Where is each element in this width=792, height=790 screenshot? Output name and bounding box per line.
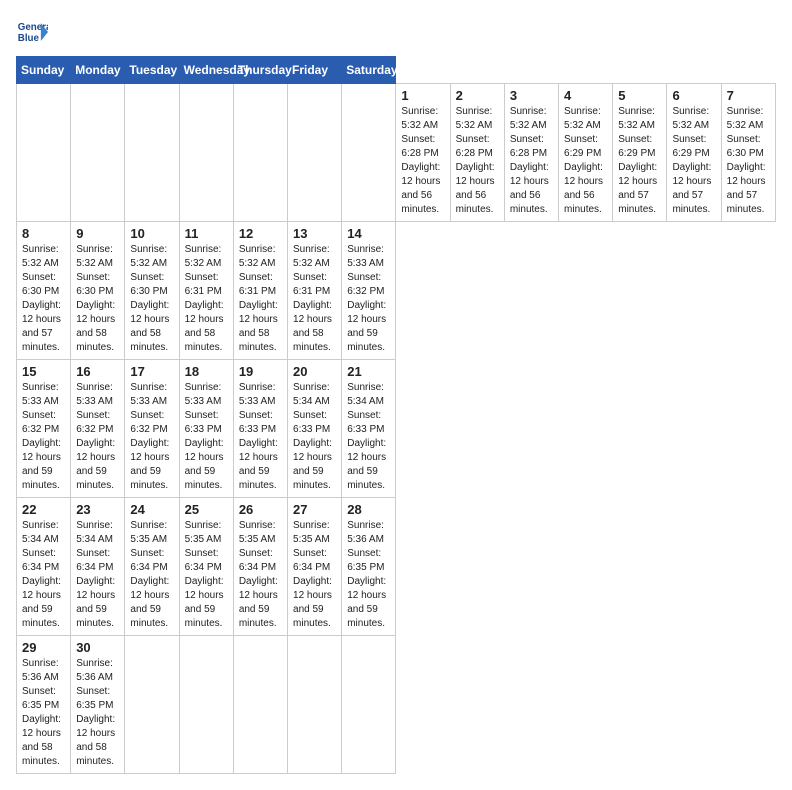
empty-cell bbox=[17, 84, 71, 222]
empty-cell bbox=[342, 636, 396, 774]
day-cell-12: 12Sunrise: 5:32 AMSunset: 6:31 PMDayligh… bbox=[233, 222, 287, 360]
empty-cell bbox=[233, 84, 287, 222]
day-cell-26: 26Sunrise: 5:35 AMSunset: 6:34 PMDayligh… bbox=[233, 498, 287, 636]
day-cell-6: 6Sunrise: 5:32 AMSunset: 6:29 PMDaylight… bbox=[667, 84, 721, 222]
day-cell-11: 11Sunrise: 5:32 AMSunset: 6:31 PMDayligh… bbox=[179, 222, 233, 360]
day-cell-18: 18Sunrise: 5:33 AMSunset: 6:33 PMDayligh… bbox=[179, 360, 233, 498]
day-header-sunday: Sunday bbox=[17, 57, 71, 84]
empty-cell bbox=[179, 84, 233, 222]
day-cell-20: 20Sunrise: 5:34 AMSunset: 6:33 PMDayligh… bbox=[288, 360, 342, 498]
day-cell-10: 10Sunrise: 5:32 AMSunset: 6:30 PMDayligh… bbox=[125, 222, 179, 360]
empty-cell bbox=[125, 636, 179, 774]
day-header-saturday: Saturday bbox=[342, 57, 396, 84]
day-cell-3: 3Sunrise: 5:32 AMSunset: 6:28 PMDaylight… bbox=[504, 84, 558, 222]
day-cell-22: 22Sunrise: 5:34 AMSunset: 6:34 PMDayligh… bbox=[17, 498, 71, 636]
day-cell-9: 9Sunrise: 5:32 AMSunset: 6:30 PMDaylight… bbox=[71, 222, 125, 360]
day-cell-7: 7Sunrise: 5:32 AMSunset: 6:30 PMDaylight… bbox=[721, 84, 775, 222]
calendar-header-row: SundayMondayTuesdayWednesdayThursdayFrid… bbox=[17, 57, 776, 84]
week-row-3: 15Sunrise: 5:33 AMSunset: 6:32 PMDayligh… bbox=[17, 360, 776, 498]
day-cell-16: 16Sunrise: 5:33 AMSunset: 6:32 PMDayligh… bbox=[71, 360, 125, 498]
day-header-monday: Monday bbox=[71, 57, 125, 84]
day-cell-1: 1Sunrise: 5:32 AMSunset: 6:28 PMDaylight… bbox=[396, 84, 450, 222]
day-header-thursday: Thursday bbox=[233, 57, 287, 84]
empty-cell bbox=[288, 636, 342, 774]
day-cell-4: 4Sunrise: 5:32 AMSunset: 6:29 PMDaylight… bbox=[559, 84, 613, 222]
day-cell-21: 21Sunrise: 5:34 AMSunset: 6:33 PMDayligh… bbox=[342, 360, 396, 498]
svg-text:Blue: Blue bbox=[18, 33, 40, 44]
day-cell-19: 19Sunrise: 5:33 AMSunset: 6:33 PMDayligh… bbox=[233, 360, 287, 498]
logo: General Blue bbox=[16, 16, 48, 48]
day-header-wednesday: Wednesday bbox=[179, 57, 233, 84]
day-cell-23: 23Sunrise: 5:34 AMSunset: 6:34 PMDayligh… bbox=[71, 498, 125, 636]
day-cell-15: 15Sunrise: 5:33 AMSunset: 6:32 PMDayligh… bbox=[17, 360, 71, 498]
day-cell-29: 29Sunrise: 5:36 AMSunset: 6:35 PMDayligh… bbox=[17, 636, 71, 774]
day-cell-8: 8Sunrise: 5:32 AMSunset: 6:30 PMDaylight… bbox=[17, 222, 71, 360]
day-header-friday: Friday bbox=[288, 57, 342, 84]
empty-cell bbox=[288, 84, 342, 222]
day-cell-17: 17Sunrise: 5:33 AMSunset: 6:32 PMDayligh… bbox=[125, 360, 179, 498]
empty-cell bbox=[125, 84, 179, 222]
week-row-2: 8Sunrise: 5:32 AMSunset: 6:30 PMDaylight… bbox=[17, 222, 776, 360]
day-cell-25: 25Sunrise: 5:35 AMSunset: 6:34 PMDayligh… bbox=[179, 498, 233, 636]
week-row-5: 29Sunrise: 5:36 AMSunset: 6:35 PMDayligh… bbox=[17, 636, 776, 774]
day-header-tuesday: Tuesday bbox=[125, 57, 179, 84]
day-cell-14: 14Sunrise: 5:33 AMSunset: 6:32 PMDayligh… bbox=[342, 222, 396, 360]
empty-cell bbox=[342, 84, 396, 222]
logo-icon: General Blue bbox=[16, 16, 48, 48]
week-row-4: 22Sunrise: 5:34 AMSunset: 6:34 PMDayligh… bbox=[17, 498, 776, 636]
page-header: General Blue bbox=[16, 16, 776, 48]
day-cell-5: 5Sunrise: 5:32 AMSunset: 6:29 PMDaylight… bbox=[613, 84, 667, 222]
empty-cell bbox=[179, 636, 233, 774]
day-cell-2: 2Sunrise: 5:32 AMSunset: 6:28 PMDaylight… bbox=[450, 84, 504, 222]
day-cell-13: 13Sunrise: 5:32 AMSunset: 6:31 PMDayligh… bbox=[288, 222, 342, 360]
day-cell-30: 30Sunrise: 5:36 AMSunset: 6:35 PMDayligh… bbox=[71, 636, 125, 774]
day-cell-27: 27Sunrise: 5:35 AMSunset: 6:34 PMDayligh… bbox=[288, 498, 342, 636]
day-cell-24: 24Sunrise: 5:35 AMSunset: 6:34 PMDayligh… bbox=[125, 498, 179, 636]
calendar-table: SundayMondayTuesdayWednesdayThursdayFrid… bbox=[16, 56, 776, 774]
day-cell-28: 28Sunrise: 5:36 AMSunset: 6:35 PMDayligh… bbox=[342, 498, 396, 636]
empty-cell bbox=[71, 84, 125, 222]
empty-cell bbox=[233, 636, 287, 774]
week-row-1: 1Sunrise: 5:32 AMSunset: 6:28 PMDaylight… bbox=[17, 84, 776, 222]
